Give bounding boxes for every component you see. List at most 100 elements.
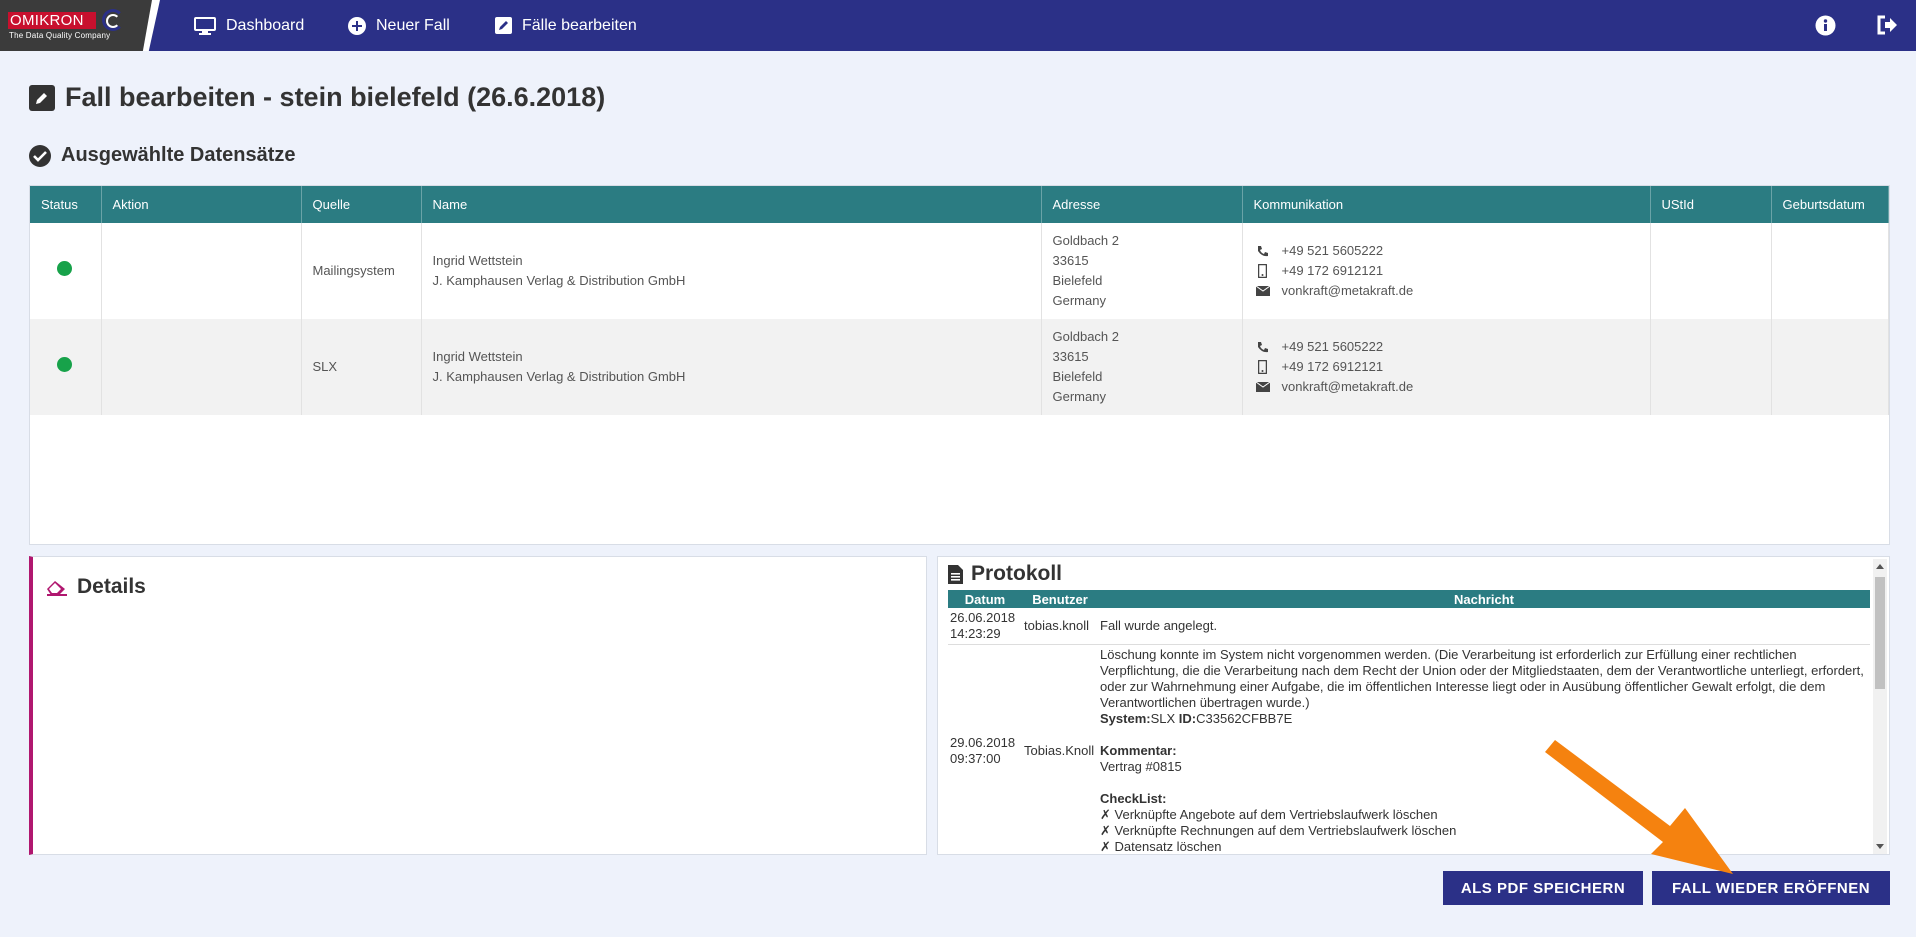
envelope-icon [1254,286,1272,296]
protokoll-row: 26.06.2018 14:23:29 tobias.knoll Fall wu… [948,608,1870,645]
table-row[interactable]: SLX Ingrid Wettstein J. Kamphausen Verla… [30,319,1889,415]
details-title: Details [45,575,146,599]
checklist-item: ✗ Datensatz löschen [1100,839,1222,854]
protokoll-panel[interactable]: Protokoll Datum Benutzer Nachricht 26.06… [937,556,1890,855]
name-cell: Ingrid Wettstein J. Kamphausen Verlag & … [421,319,1042,415]
aktion-cell [101,223,302,319]
col-datum: Datum [948,590,1022,608]
geburtsdatum-cell [1771,319,1889,415]
table-row[interactable]: Mailingsystem Ingrid Wettstein J. Kampha… [30,223,1889,319]
save-pdf-button[interactable]: ALS PDF SPEICHERN [1443,871,1643,905]
logout-button[interactable] [1876,15,1898,40]
x-mark-icon: ✗ [1100,823,1111,838]
records-table-container: Status Aktion Quelle Name Adresse Kommun… [29,185,1890,545]
kommunikation-cell: +49 521 5605222 +49 172 6912121 vonkraft… [1242,319,1651,415]
email-address[interactable]: vonkraft@metakraft.de [1282,377,1414,397]
quelle-cell: SLX [301,319,422,415]
section-title-selected-records: Ausgewählte Datensätze [29,144,296,167]
country: Germany [1052,389,1106,404]
envelope-icon [1254,382,1272,392]
x-mark-icon: ✗ [1100,807,1111,822]
log-checklist-label: CheckList: [1100,791,1167,806]
document-icon [948,564,963,584]
company-name: J. Kamphausen Verlag & Distribution GmbH [432,369,686,384]
log-message-text: Löschung konnte im System nicht vorgenom… [1100,647,1864,710]
company-name: J. Kamphausen Verlag & Distribution GmbH [432,273,686,288]
col-ustid[interactable]: UStId [1650,186,1772,223]
annotation-arrow-icon [1545,740,1733,874]
log-date: 29.06.2018 09:37:00 [950,735,1016,766]
street: Goldbach 2 [1052,329,1120,344]
col-geburtsdatum[interactable]: Geburtsdatum [1771,186,1889,223]
email-address[interactable]: vonkraft@metakraft.de [1282,281,1414,301]
col-quelle[interactable]: Quelle [301,186,422,223]
edit-icon [29,84,55,111]
log-system-line: System:SLX ID:C33562CFBB7E [1100,711,1293,726]
ustid-cell [1650,319,1772,415]
adresse-cell: Goldbach 2 33615 Bielefeld Germany [1041,223,1243,319]
mobile-icon [1254,264,1272,278]
log-message: Fall wurde angelegt. [1098,608,1870,645]
log-comment-value: Vertrag #0815 [1100,759,1182,774]
details-panel: Details [29,556,927,855]
check-circle-icon [29,144,51,167]
col-aktion[interactable]: Aktion [101,186,302,223]
city: Bielefeld [1052,273,1103,288]
city: Bielefeld [1052,369,1103,384]
table-header-row: Status Aktion Quelle Name Adresse Kommun… [30,186,1889,223]
phone-number[interactable]: +49 521 5605222 [1282,241,1384,261]
aktion-cell [101,319,302,415]
log-comment-label: Kommentar: [1100,743,1177,758]
street: Goldbach 2 [1052,233,1120,248]
scroll-down-arrow-icon[interactable] [1876,844,1884,849]
nav-dashboard-label: Dashboard [226,16,305,34]
phone-icon [1254,341,1272,354]
col-adresse[interactable]: Adresse [1041,186,1243,223]
country: Germany [1052,293,1106,308]
monitor-icon [194,16,216,35]
phone-icon [1254,245,1272,258]
info-button[interactable] [1815,15,1836,41]
scroll-thumb[interactable] [1875,577,1885,689]
details-title-text: Details [77,575,146,598]
scroll-up-arrow-icon[interactable] [1876,564,1884,569]
nav-new-case[interactable]: Neuer Fall [348,0,450,51]
plus-circle-icon [348,16,366,35]
person-name: Ingrid Wettstein [432,253,523,268]
zip: 33615 [1052,349,1089,364]
geburtsdatum-cell [1771,223,1889,319]
logo-tagline: The Data Quality Company [9,31,111,40]
protokoll-header-row: Datum Benutzer Nachricht [948,590,1870,608]
edit-icon [495,17,512,34]
reopen-case-button[interactable]: FALL WIEDER ERÖFFNEN [1652,871,1890,905]
nav-dashboard[interactable]: Dashboard [194,0,304,51]
phone-number[interactable]: +49 521 5605222 [1282,337,1384,357]
mobile-icon [1254,360,1272,374]
ustid-cell [1650,223,1772,319]
logo[interactable]: OMIKRON The Data Quality Company [0,0,160,51]
page-title-text: Fall bearbeiten - stein bielefeld (26.6.… [65,82,606,112]
nav-edit-cases[interactable]: Fälle bearbeiten [495,0,637,51]
page-title: Fall bearbeiten - stein bielefeld (26.6.… [29,82,605,113]
person-name: Ingrid Wettstein [432,349,523,364]
quelle-cell: Mailingsystem [301,223,422,319]
col-name[interactable]: Name [421,186,1042,223]
adresse-cell: Goldbach 2 33615 Bielefeld Germany [1041,319,1243,415]
x-mark-icon: ✗ [1100,839,1111,854]
status-dot-icon [57,356,72,372]
checklist-item: ✗ Verknüpfte Angebote auf dem Vertriebsl… [1100,807,1438,822]
col-kommunikation[interactable]: Kommunikation [1242,186,1651,223]
kommunikation-cell: +49 521 5605222 +49 172 6912121 vonkraft… [1242,223,1651,319]
protokoll-scrollbar[interactable] [1873,559,1887,854]
log-message: Löschung konnte im System nicht vorgenom… [1098,645,1870,854]
mobile-number[interactable]: +49 172 6912121 [1282,357,1384,377]
protokoll-title: Protokoll [948,562,1062,586]
protokoll-title-text: Protokoll [971,562,1063,585]
top-navbar: OMIKRON The Data Quality Company Dashboa… [0,0,1916,51]
col-status[interactable]: Status [30,186,102,223]
checklist-item: ✗ Verknüpfte Rechnungen auf dem Vertrieb… [1100,823,1457,838]
section-title-text: Ausgewählte Datensätze [61,144,296,166]
logo-text: OMIKRON [8,12,96,29]
mobile-number[interactable]: +49 172 6912121 [1282,261,1384,281]
nav-edit-cases-label: Fälle bearbeiten [522,16,637,34]
